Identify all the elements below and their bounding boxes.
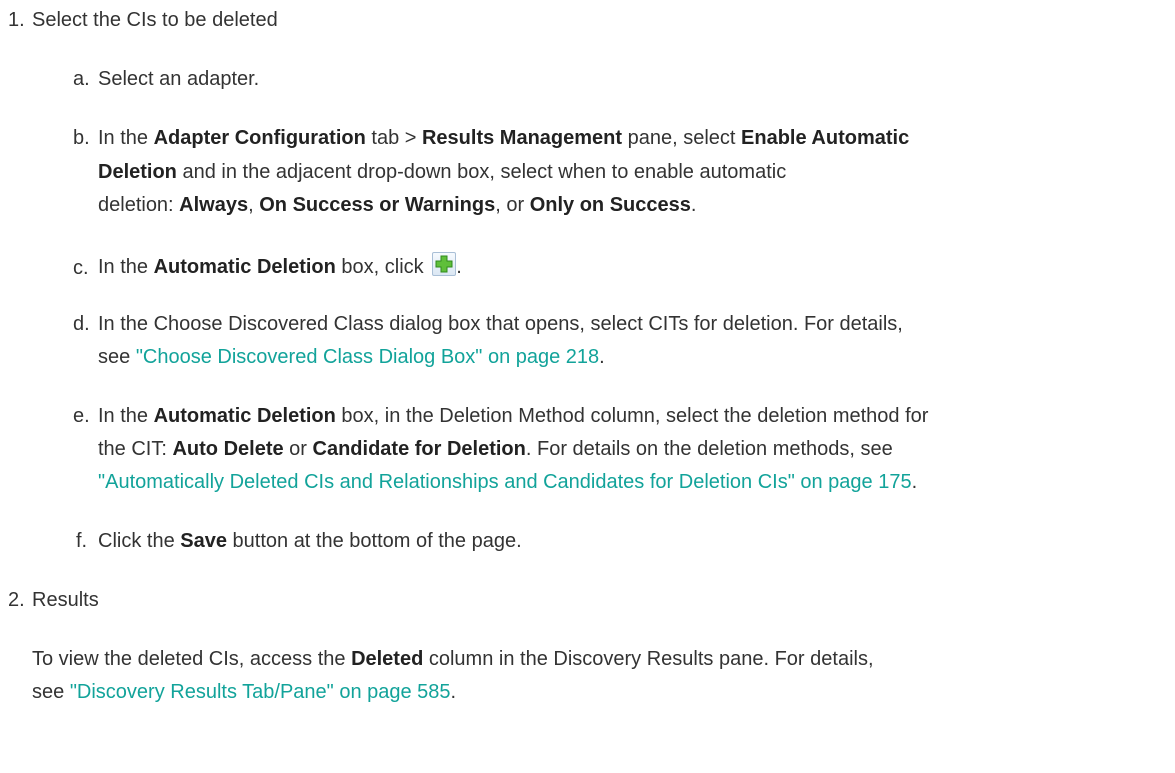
step-number: 1. [8,9,25,31]
substep-text: the CIT: Auto Delete or Candidate for De… [98,438,893,460]
substep-letter: c. [73,257,89,279]
step-title: Results [32,589,99,611]
substep-text: In the Automatic Deletion box, in the De… [98,405,929,427]
add-icon[interactable] [432,252,457,276]
substep-text: In the Adapter Configuration tab > Resul… [98,127,910,149]
document-page: 1. Select the CIs to be deleted a. Selec… [0,0,1175,773]
discovery-results-link[interactable]: "Discovery Results Tab/Pane" on page 585 [70,681,451,703]
substep-text: Deletion and in the adjacent drop-down b… [98,161,787,183]
substep-letter: b. [73,127,90,149]
choose-discovered-class-link[interactable]: "Choose Discovered Class Dialog Box" on … [136,346,599,368]
results-text: see "Discovery Results Tab/Pane" on page… [32,681,457,703]
automatically-deleted-cis-link[interactable]: "Automatically Deleted CIs and Relations… [98,471,912,493]
substep-text: deletion: Always, On Success or Warnings… [98,194,697,216]
step-title: Select the CIs to be deleted [32,9,278,31]
substep-letter: a. [73,68,90,90]
step-number: 2. [8,589,25,611]
substep-text: In the Choose Discovered Class dialog bo… [98,313,903,335]
substep-text: Select an adapter. [98,68,260,90]
substep-letter: d. [73,313,90,335]
substep-letter: f. [76,530,88,552]
results-text: To view the deleted CIs, access the Dele… [32,648,874,670]
substep-text: Click the Save button at the bottom of t… [98,530,522,552]
substep-text: In the Automatic Deletion box, click . [98,252,462,279]
substep-text: see "Choose Discovered Class Dialog Box"… [98,346,605,368]
substep-letter: e. [73,405,90,427]
substep-text: "Automatically Deleted CIs and Relations… [98,471,918,493]
